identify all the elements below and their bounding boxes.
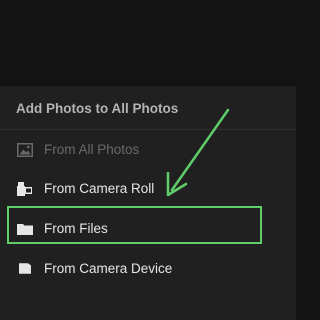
sd-card-icon xyxy=(19,263,31,274)
menu-item-from-camera-device[interactable]: From Camera Device xyxy=(0,251,296,287)
menu-item-label: From Files xyxy=(44,221,108,236)
menu-item-from-camera-roll[interactable]: From Camera Roll xyxy=(0,171,296,207)
camera-roll-icon xyxy=(17,182,32,196)
photo-icon xyxy=(17,143,33,157)
dimmed-backdrop[interactable] xyxy=(0,0,296,86)
folder-icon xyxy=(17,224,33,235)
sheet-title: Add Photos to All Photos xyxy=(16,101,179,116)
menu-item-from-files[interactable]: From Files xyxy=(0,211,296,247)
screen: Add Photos to All Photos From All Photos… xyxy=(0,0,296,320)
menu-item-label: From All Photos xyxy=(44,142,140,157)
menu-item-label: From Camera Roll xyxy=(44,181,155,196)
menu-item-label: From Camera Device xyxy=(44,261,173,276)
divider xyxy=(0,129,296,130)
menu-item-from-all-photos: From All Photos xyxy=(0,132,296,168)
